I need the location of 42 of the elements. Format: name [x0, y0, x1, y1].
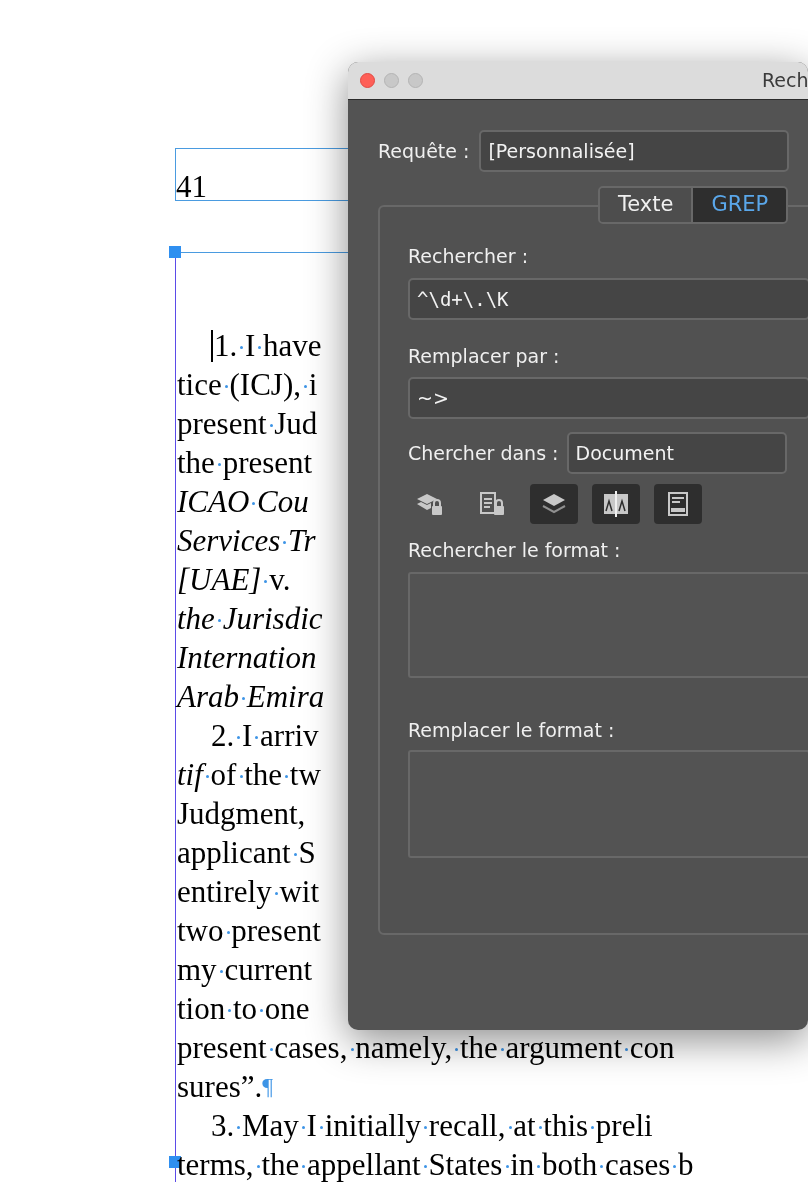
text-line: entirely wit — [177, 873, 320, 911]
replace-field[interactable]: ~> — [408, 377, 808, 419]
text-line: applicant S — [177, 834, 316, 872]
text-line: 2. I arriv — [211, 717, 319, 755]
window-title: Rech — [762, 68, 808, 94]
page-number: 41 — [176, 168, 207, 206]
search-in-dropdown[interactable]: Document — [566, 432, 787, 474]
query-label: Requête : — [378, 138, 470, 164]
text-line: tif of the tw — [177, 756, 321, 794]
text-line: present Jud — [177, 405, 318, 443]
text-line: tion to one — [177, 990, 310, 1028]
search-in-label: Chercher dans : — [408, 440, 559, 466]
query-dropdown[interactable]: [Personnalisée] — [479, 130, 790, 172]
search-option-button[interactable] — [654, 484, 702, 524]
text-line: terms, the appellant States in both cases b — [177, 1146, 694, 1182]
text-line: Services Tr — [177, 522, 316, 560]
find-field[interactable]: ^\d+\.\K — [408, 278, 808, 320]
text-line: my current — [177, 951, 313, 989]
text-line: Judgment, — [177, 795, 306, 833]
replace-format-label: Remplacer le format : — [408, 718, 616, 742]
text-line: ICAO Cou — [177, 483, 309, 521]
text-line: Arab Emira — [177, 678, 325, 716]
text-line: 3. May I initially recall, at this preli — [211, 1107, 653, 1145]
text-line: sures”. — [177, 1068, 263, 1106]
replace-label: Remplacer par : — [408, 344, 561, 368]
text-line: present cases, namely, the argument con — [177, 1029, 675, 1067]
tab[interactable]: Texte — [600, 188, 692, 222]
close-button[interactable] — [360, 73, 375, 88]
text-line: the Jurisdic — [177, 600, 323, 638]
frame-handle[interactable] — [169, 246, 181, 258]
find-format-label: Rechercher le format : — [408, 538, 622, 562]
search-option-button[interactable] — [530, 484, 578, 524]
text-line: the present — [177, 444, 313, 482]
text-line: two present — [177, 912, 321, 950]
tab[interactable]: GREP — [691, 188, 787, 222]
text-line: Internation — [177, 639, 317, 677]
text-line: [UAE] v. — [177, 561, 291, 599]
pilcrow-mark: ¶ — [262, 1072, 274, 1101]
text-line: tice (ICJ), i — [177, 366, 318, 404]
search-option-button[interactable] — [592, 484, 640, 524]
find-label: Rechercher : — [408, 244, 530, 268]
text-line: 1. I have — [214, 327, 322, 365]
